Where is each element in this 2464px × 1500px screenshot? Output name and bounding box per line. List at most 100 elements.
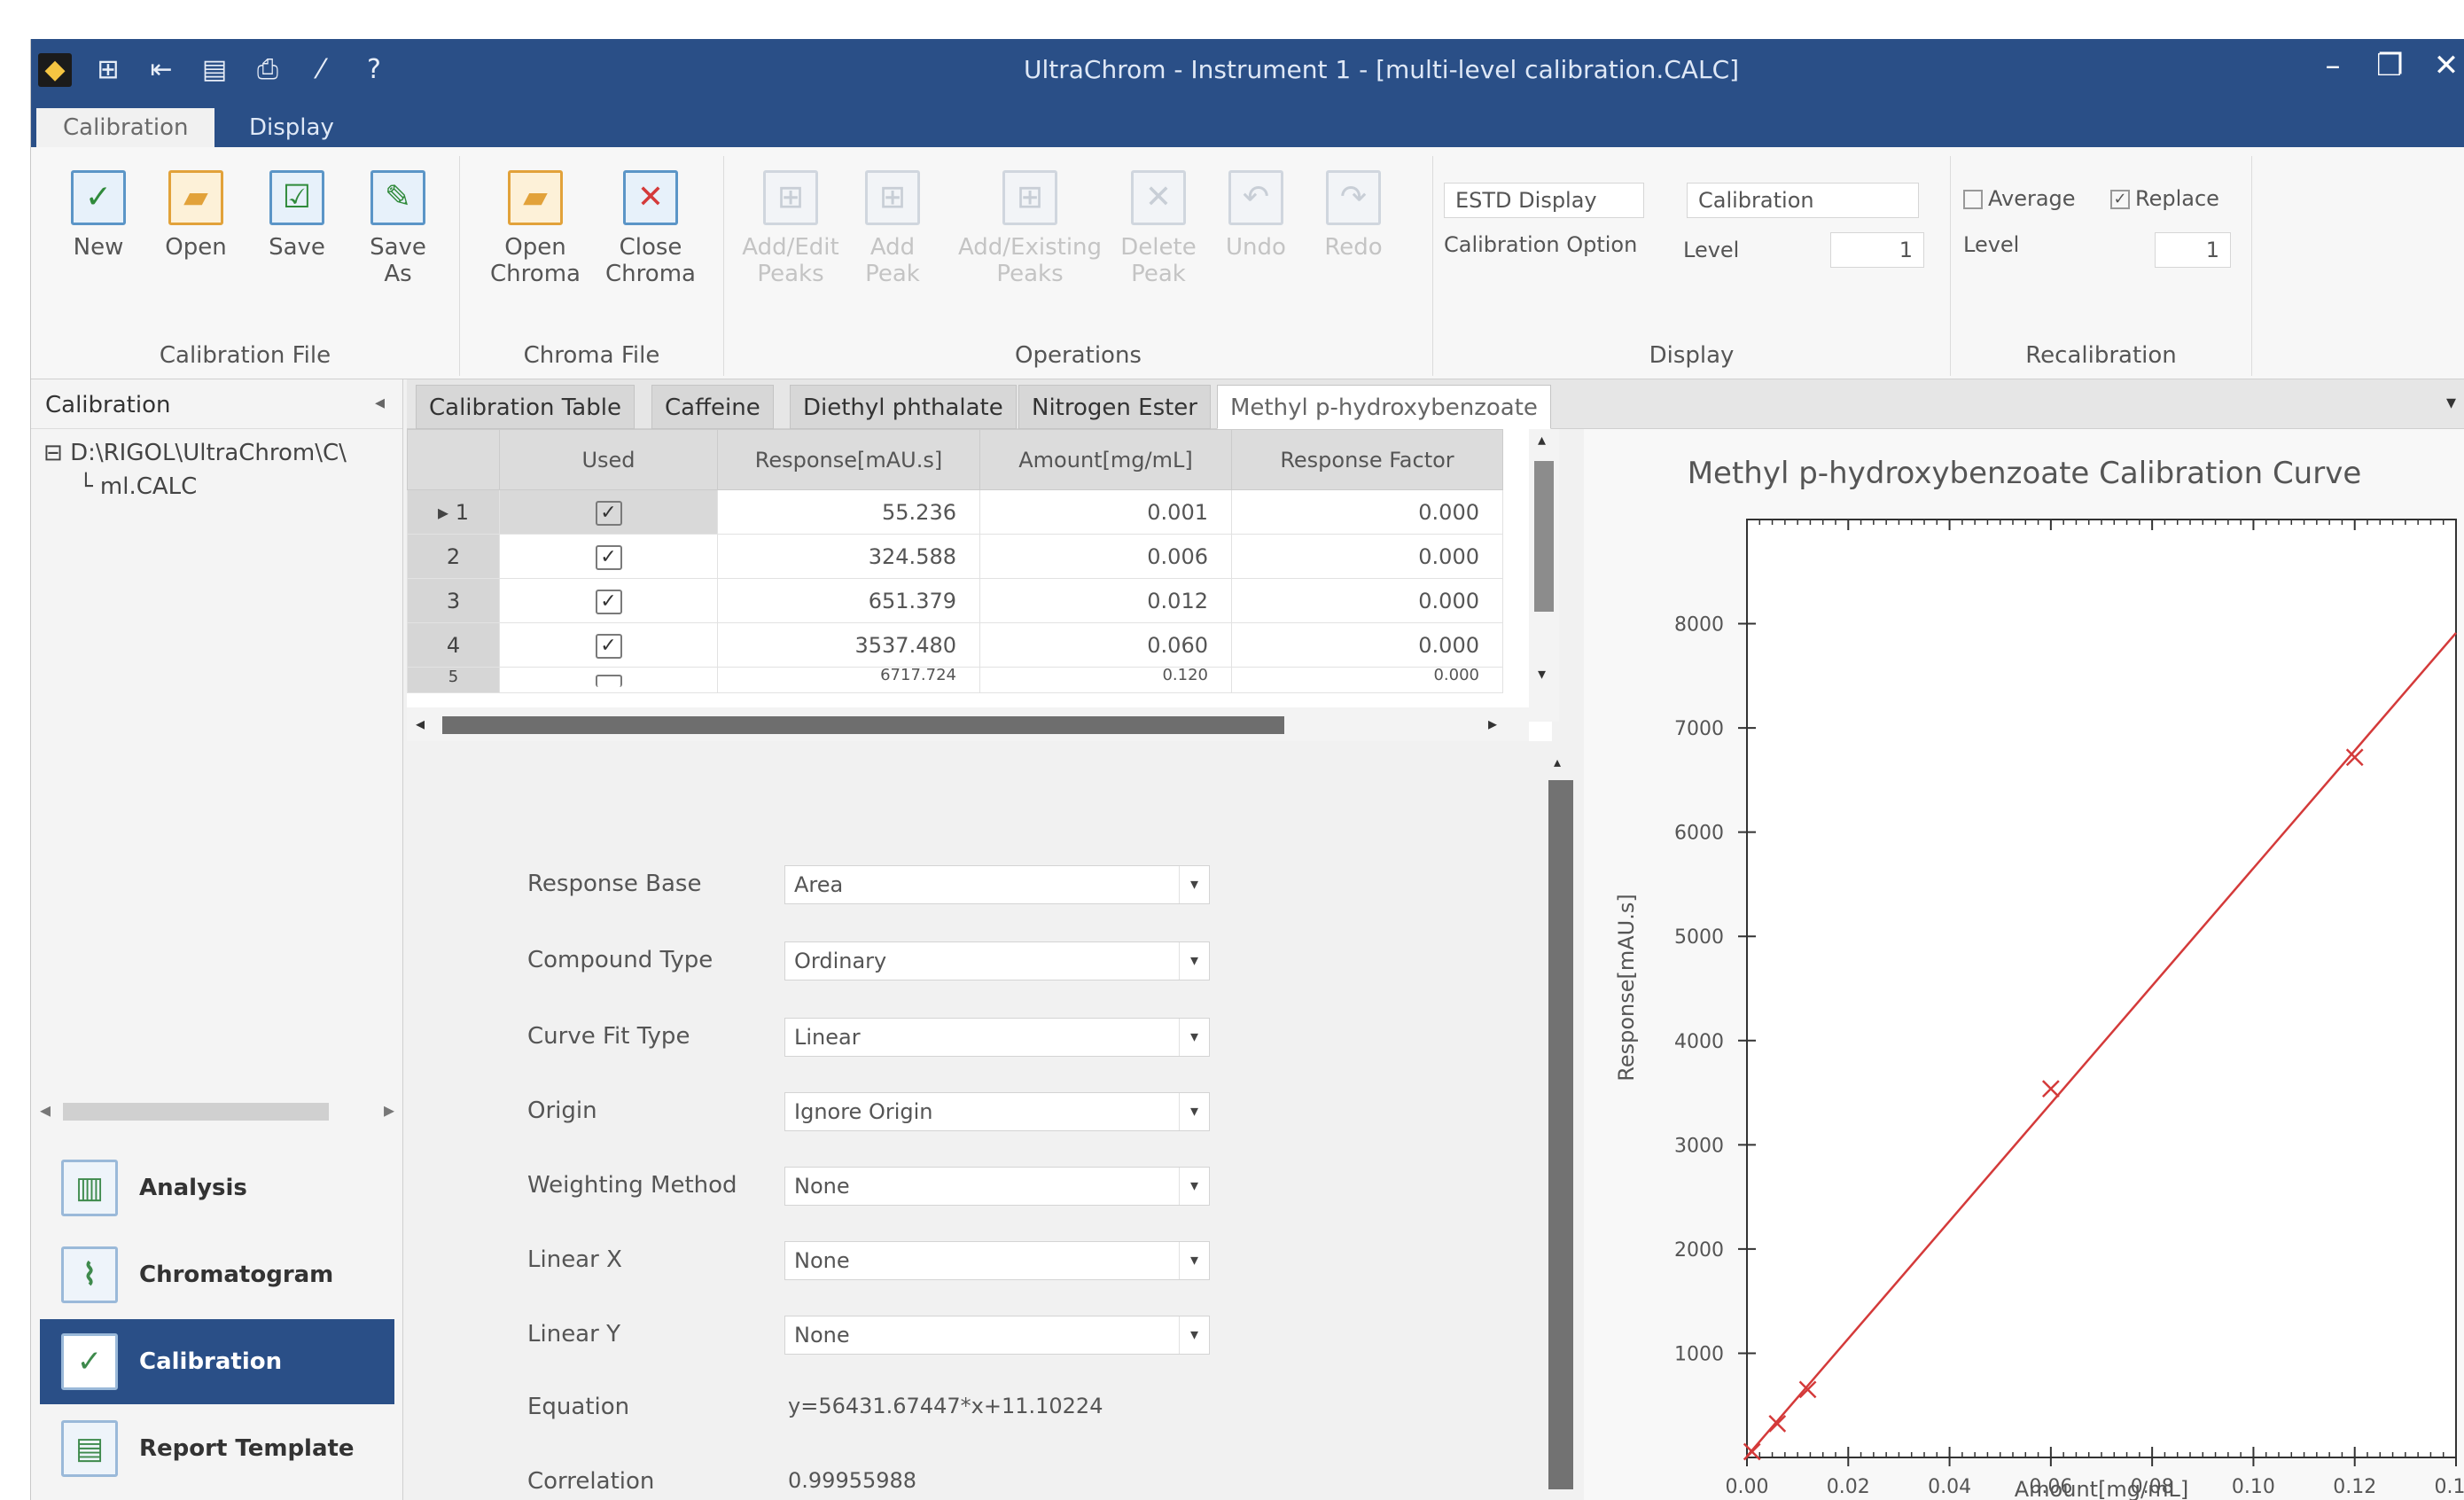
amount-cell[interactable]: 0.120	[979, 667, 1232, 693]
scroll-up-icon[interactable]: ▴	[1538, 431, 1546, 449]
recal-level-spinner[interactable]: 1	[2155, 232, 2231, 268]
tab-methyl-p-hydroxybenzoate[interactable]: Methyl p-hydroxybenzoate	[1217, 385, 1551, 429]
add-peak-button[interactable]: ⊞ Add Peak	[848, 170, 937, 287]
minimize-button[interactable]: –	[2320, 48, 2346, 83]
tab-dropdown-icon[interactable]: ▾	[2446, 392, 2456, 414]
scroll-right-icon[interactable]: ▸	[384, 1098, 394, 1122]
scroll-up-icon[interactable]: ▴	[1554, 754, 1561, 770]
checkbox-icon[interactable]: ✓	[595, 500, 622, 526]
scroll-thumb[interactable]	[1534, 461, 1554, 612]
save-button[interactable]: ☑ Save	[253, 170, 341, 261]
delete-peak-button[interactable]: ✕ Delete Peak	[1114, 170, 1203, 287]
weighting-method-select[interactable]: None ▾	[784, 1167, 1210, 1206]
open-chroma-button[interactable]: ▰ Open Chroma	[487, 170, 584, 287]
save-as-button[interactable]: ✎ Save As	[354, 170, 442, 287]
display-level-spinner[interactable]: 1	[1830, 232, 1924, 268]
factor-cell[interactable]: 0.000	[1231, 578, 1503, 623]
checkbox-icon[interactable]: ✓	[595, 633, 622, 659]
tree-folder[interactable]: ⊟ D:\RIGOL\UltraChrom\C\	[43, 436, 390, 470]
amount-cell[interactable]: 0.006	[979, 534, 1232, 579]
scroll-right-icon[interactable]: ▸	[1488, 713, 1497, 734]
nav-report-template[interactable]: ▤ Report Template	[40, 1406, 394, 1491]
row-number[interactable]: 5	[407, 667, 500, 693]
new-quick-icon[interactable]: ⊞	[91, 53, 125, 87]
params-vertical-scrollbar[interactable]: ▴	[1541, 754, 1577, 1500]
dropdown-arrow-icon[interactable]: ▾	[1179, 1093, 1209, 1130]
table-row[interactable]: 2 ✓ 324.588 0.006 0.000	[407, 534, 1503, 579]
close-chroma-button[interactable]: ✕ Close Chroma	[602, 170, 699, 287]
checkbox-icon[interactable]	[595, 675, 622, 687]
used-cell[interactable]: ✓	[499, 489, 718, 535]
nav-calibration[interactable]: ✓ Calibration	[40, 1319, 394, 1404]
open-button[interactable]: ▰ Open	[152, 170, 240, 261]
table-row[interactable]: 5 6717.724 0.120 0.000	[407, 667, 1503, 693]
checkbox-icon[interactable]: ✓	[595, 589, 622, 614]
estd-display-field[interactable]: ESTD Display	[1444, 183, 1644, 218]
response-cell[interactable]: 55.236	[717, 489, 980, 535]
undo-button[interactable]: ↶ Undo	[1212, 170, 1300, 261]
close-button[interactable]: ✕	[2433, 48, 2460, 83]
tab-calibration-table[interactable]: Calibration Table	[416, 385, 635, 429]
scroll-left-icon[interactable]: ◂	[40, 1098, 51, 1122]
add-edit-peaks-button[interactable]: ⊞ Add/Edit Peaks	[742, 170, 839, 287]
used-cell[interactable]: ✓	[499, 622, 718, 668]
amount-cell[interactable]: 0.060	[979, 622, 1232, 668]
response-cell[interactable]: 651.379	[717, 578, 980, 623]
average-checkbox[interactable]: Average	[1963, 186, 2076, 211]
table-horizontal-scrollbar[interactable]: ◂ ▸	[407, 707, 1529, 741]
col-response-factor[interactable]: Response Factor	[1231, 429, 1503, 490]
col-amount[interactable]: Amount[mg/mL]	[979, 429, 1232, 490]
tab-diethyl-phthalate[interactable]: Diethyl phthalate	[790, 385, 1017, 429]
left-panel-scrollbar[interactable]: ◂ ▸	[40, 1096, 394, 1126]
factor-cell[interactable]: 0.000	[1231, 667, 1503, 693]
response-base-select[interactable]: Area ▾	[784, 865, 1210, 904]
tab-caffeine[interactable]: Caffeine	[651, 385, 774, 429]
replace-checkbox[interactable]: ✓ Replace	[2110, 186, 2219, 211]
scroll-thumb[interactable]	[63, 1103, 329, 1121]
used-cell[interactable]: ✓	[499, 534, 718, 579]
display-mode-select[interactable]: Calibration	[1687, 183, 1919, 218]
row-number[interactable]: 3	[407, 578, 500, 623]
table-row[interactable]: 4 ✓ 3537.480 0.060 0.000	[407, 622, 1503, 668]
scroll-thumb[interactable]	[442, 716, 1284, 734]
tree-file[interactable]: └ ml.CALC	[43, 470, 390, 504]
redo-button[interactable]: ↷ Redo	[1309, 170, 1398, 261]
col-response[interactable]: Response[mAU.s]	[717, 429, 980, 490]
table-row[interactable]: 3 ✓ 651.379 0.012 0.000	[407, 578, 1503, 623]
edit-quick-icon[interactable]: ⁄	[304, 53, 338, 87]
used-cell[interactable]	[499, 667, 718, 693]
compound-type-select[interactable]: Ordinary ▾	[784, 941, 1210, 980]
help-icon[interactable]: ?	[357, 53, 391, 87]
origin-select[interactable]: Ignore Origin ▾	[784, 1092, 1210, 1131]
new-button[interactable]: ✓ New	[54, 170, 143, 261]
factor-cell[interactable]: 0.000	[1231, 489, 1503, 535]
row-number[interactable]: ▸ 1	[407, 489, 500, 535]
amount-cell[interactable]: 0.012	[979, 578, 1232, 623]
linear-y-select[interactable]: None ▾	[784, 1316, 1210, 1355]
print-quick-icon[interactable]: ⎙	[251, 53, 285, 87]
amount-cell[interactable]: 0.001	[979, 489, 1232, 535]
dropdown-arrow-icon[interactable]: ▾	[1179, 1019, 1209, 1056]
linear-x-select[interactable]: None ▾	[784, 1241, 1210, 1280]
dropdown-arrow-icon[interactable]: ▾	[1179, 1316, 1209, 1354]
used-cell[interactable]: ✓	[499, 578, 718, 623]
add-existing-peaks-button[interactable]: ⊞ Add/Existing Peaks	[955, 170, 1105, 287]
col-used[interactable]: Used	[499, 429, 718, 490]
scroll-left-icon[interactable]: ◂	[416, 713, 425, 734]
nav-chromatogram[interactable]: ⌇ Chromatogram	[40, 1232, 394, 1317]
save-quick-icon[interactable]: ▤	[198, 53, 231, 87]
dropdown-arrow-icon[interactable]: ▾	[1179, 1168, 1209, 1205]
response-cell[interactable]: 3537.480	[717, 622, 980, 668]
pin-icon[interactable]: ◂	[375, 392, 385, 414]
scroll-down-icon[interactable]: ▾	[1538, 665, 1546, 684]
factor-cell[interactable]: 0.000	[1231, 622, 1503, 668]
row-number[interactable]: 4	[407, 622, 500, 668]
response-cell[interactable]: 324.588	[717, 534, 980, 579]
table-row[interactable]: ▸ 1 ✓ 55.236 0.001 0.000	[407, 489, 1503, 535]
dropdown-arrow-icon[interactable]: ▾	[1179, 942, 1209, 980]
dropdown-arrow-icon[interactable]: ▾	[1179, 866, 1209, 903]
nav-analysis[interactable]: ▥ Analysis	[40, 1145, 394, 1230]
scroll-thumb[interactable]	[1548, 780, 1573, 1489]
factor-cell[interactable]: 0.000	[1231, 534, 1503, 579]
checkbox-icon[interactable]: ✓	[595, 544, 622, 570]
